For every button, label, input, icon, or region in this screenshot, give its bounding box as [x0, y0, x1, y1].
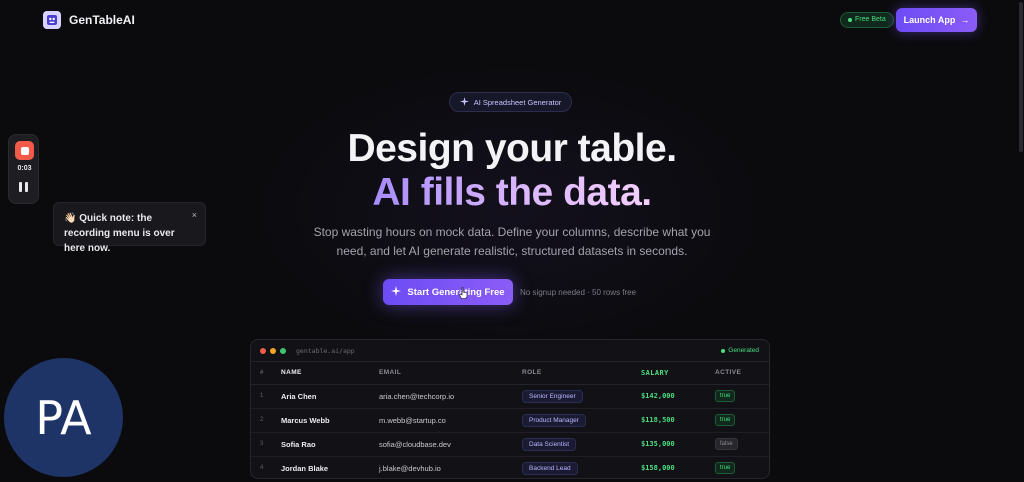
cell-name: Jordan Blake	[281, 456, 379, 478]
row-number: 3	[251, 432, 281, 457]
preview-url: gentable.ai/app	[296, 346, 355, 355]
window-close-dot-icon	[260, 347, 266, 354]
app-name: GenTableAI	[69, 13, 135, 27]
cell-email: j.blake@devhub.io	[379, 456, 522, 478]
generated-status: Generated	[721, 347, 759, 354]
cell-name: Sofia Rao	[281, 432, 379, 457]
beta-badge-label: Free Beta	[855, 16, 886, 23]
cell-email: m.webb@startup.co	[379, 408, 522, 433]
cell-salary: $118,500	[641, 408, 715, 433]
avatar: PA	[4, 358, 123, 477]
arrow-right-icon: →	[960, 15, 970, 25]
sparkle-icon	[459, 96, 469, 108]
table-row: 1 Aria Chen aria.chen@techcorp.io Senior…	[251, 384, 769, 409]
active-badge: false	[715, 438, 738, 450]
generated-label: Generated	[728, 347, 759, 354]
hero-title-gradient: AI fills the data.	[372, 171, 652, 214]
window-minimize-dot-icon	[270, 347, 276, 354]
role-badge: Data Scientist	[522, 437, 577, 451]
hero-title-highlight: AI fills the data.	[0, 171, 1024, 215]
row-number: 1	[251, 384, 281, 409]
cell-salary: $142,000	[641, 384, 715, 409]
beta-badge: Free Beta	[840, 12, 894, 28]
column-header: ROLE	[522, 362, 641, 385]
role-badge: Product Manager	[522, 413, 586, 427]
cell-name: Aria Chen	[281, 384, 379, 409]
table-header-row: # NAME EMAIL ROLE SALARY ACTIVE	[251, 362, 769, 385]
table-row: 2 Marcus Webb m.webb@startup.co Product …	[251, 408, 769, 433]
cta-note: No signup needed · 50 rows free	[520, 288, 637, 297]
cell-email: sofia@cloudbase.dev	[379, 432, 522, 457]
column-header: EMAIL	[379, 362, 522, 385]
status-dot-icon	[721, 348, 726, 353]
active-badge: true	[715, 462, 736, 474]
cell-email: aria.chen@techcorp.io	[379, 384, 522, 409]
column-header: SALARY	[641, 362, 715, 385]
hero-title: Design your table.	[347, 127, 677, 170]
preview-window-bar: gentable.ai/app Generated	[251, 340, 769, 362]
start-generating-label: Start Generating Free	[407, 286, 505, 298]
page-scrollbar[interactable]	[1019, 2, 1023, 152]
cell-salary: $135,000	[641, 432, 715, 457]
logo[interactable]: GenTableAI	[43, 11, 135, 29]
column-header: ACTIVE	[715, 362, 769, 385]
role-badge: Backend Lead	[522, 461, 578, 475]
column-header: NAME	[281, 362, 379, 385]
logo-icon	[43, 11, 61, 29]
hero-badge-label: AI Spreadsheet Generator	[473, 97, 562, 107]
role-badge: Senior Engineer	[522, 389, 583, 403]
launch-app-button[interactable]: Launch App →	[896, 8, 977, 32]
hero-badge: AI Spreadsheet Generator	[449, 92, 572, 112]
cell-salary: $158,000	[641, 456, 715, 478]
column-header: #	[251, 362, 281, 385]
row-number: 2	[251, 408, 281, 433]
active-badge: true	[715, 390, 736, 402]
table-preview: gentable.ai/app Generated # NAME EMAIL R…	[250, 339, 770, 479]
hand-cursor-icon	[459, 286, 468, 299]
data-table: # NAME EMAIL ROLE SALARY ACTIVE 1 Aria C…	[251, 362, 769, 478]
start-generating-button[interactable]: Start Generating Free	[383, 279, 513, 305]
hero-subtitle: Stop wasting hours on mock data. Define …	[313, 225, 711, 258]
row-number: 4	[251, 456, 281, 478]
cell-name: Marcus Webb	[281, 408, 379, 433]
launch-app-label: Launch App	[903, 15, 956, 25]
tooltip-text: 👋🏻 Quick note: the recording menu is ove…	[64, 213, 175, 254]
status-dot-icon	[848, 18, 852, 22]
window-maximize-dot-icon	[280, 347, 286, 354]
sparkle-icon	[391, 285, 402, 299]
table-row: 4 Jordan Blake j.blake@devhub.io Backend…	[251, 456, 769, 478]
active-badge: true	[715, 414, 736, 426]
top-nav: GenTableAI Free Beta Launch App →	[0, 0, 1024, 40]
table-row: 3 Sofia Rao sofia@cloudbase.dev Data Sci…	[251, 432, 769, 457]
